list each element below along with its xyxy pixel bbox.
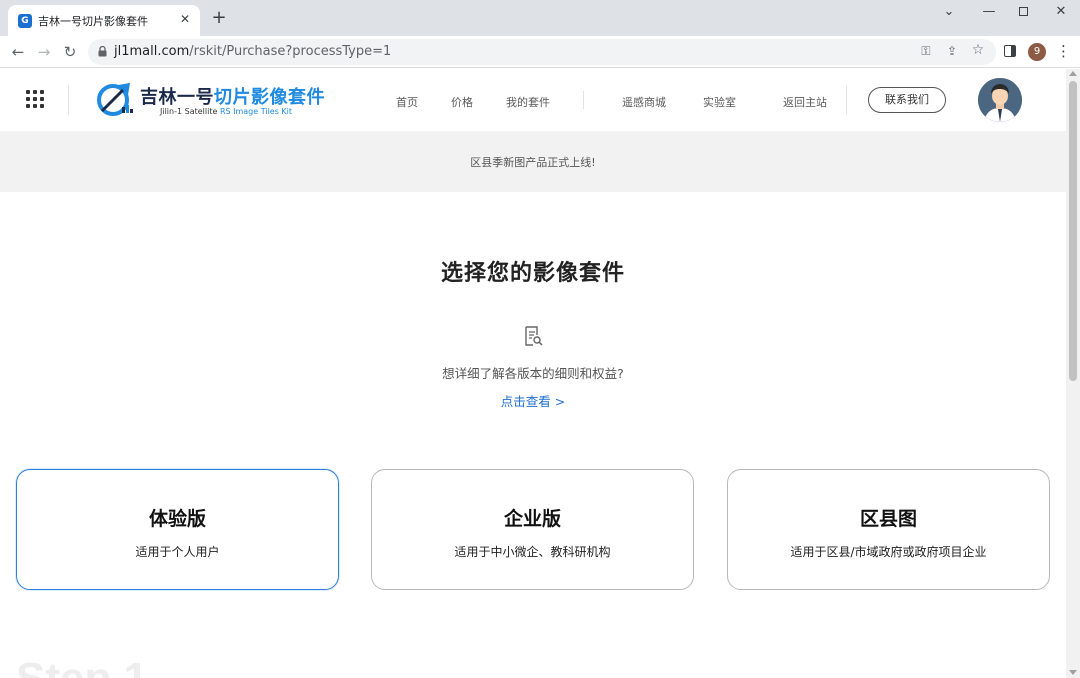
minimize-button[interactable]: — — [978, 4, 1000, 19]
browser-toolbar: ← → ↻ jl1mall.com/rskit/Purchase?process… — [0, 36, 1080, 68]
browser-menu-icon[interactable]: ⋮ — [1056, 42, 1071, 60]
plan-description: 适用于中小微企、教科研机构 — [454, 545, 611, 559]
plan-card-county-map[interactable]: 区县图 适用于区县/市域政府或政府项目企业 — [727, 469, 1050, 590]
maximize-button[interactable] — [1012, 4, 1034, 20]
share-icon[interactable]: ⇪ — [944, 44, 960, 58]
header-divider — [846, 85, 847, 115]
satellite-logo-icon — [97, 83, 133, 116]
scroll-down-arrow-icon[interactable] — [1069, 670, 1077, 675]
nav-my-kits[interactable]: 我的套件 — [506, 94, 550, 110]
nav-rs-mall[interactable]: 遥感商城 — [622, 94, 666, 110]
announcement-text[interactable]: 区县季新图产品正式上线! — [0, 154, 1066, 170]
apps-grid-icon[interactable] — [26, 90, 44, 108]
nav-home[interactable]: 首页 — [396, 94, 418, 110]
header-divider — [68, 85, 69, 115]
scroll-thumb[interactable] — [1069, 81, 1077, 381]
tab-title: 吉林一号切片影像套件 — [38, 15, 148, 28]
user-avatar[interactable] — [978, 78, 1022, 122]
browser-tab-bar: G 吉林一号切片影像套件 ✕ + ⌄ — ✕ — [0, 0, 1080, 36]
nav-back-main[interactable]: 返回主站 — [783, 94, 827, 110]
jilin-logo-icon: G — [18, 14, 32, 28]
back-button[interactable]: ← — [8, 42, 28, 62]
user-avatar-icon — [978, 78, 1022, 122]
scroll-up-arrow-icon[interactable] — [1069, 71, 1077, 76]
side-panel-icon[interactable] — [1004, 45, 1016, 57]
browser-tab[interactable]: G 吉林一号切片影像套件 ✕ — [8, 5, 200, 36]
logo-chinese-text: 吉林一号切片影像套件 — [140, 87, 325, 108]
tab-close-icon[interactable]: ✕ — [178, 12, 192, 26]
plan-description: 适用于个人用户 — [135, 545, 220, 559]
plan-name: 体验版 — [148, 508, 206, 530]
new-tab-button[interactable]: + — [210, 9, 228, 27]
profile-avatar[interactable]: 9 — [1028, 43, 1046, 61]
nav-lab[interactable]: 实验室 — [703, 94, 736, 110]
plan-description: 适用于区县/市域政府或政府项目企业 — [790, 545, 987, 559]
site-header: 吉林一号切片影像套件 Jilin-1 Satellite RS Image Ti… — [0, 69, 1066, 131]
lock-icon — [98, 46, 107, 57]
plan-card-trial[interactable]: 体验版 适用于个人用户 — [16, 469, 339, 590]
detail-question-text: 想详细了解各版本的细则和权益? — [442, 366, 624, 381]
plan-name: 区县图 — [859, 508, 917, 530]
site-logo[interactable]: 吉林一号切片影像套件 Jilin-1 Satellite RS Image Ti… — [96, 81, 336, 121]
close-window-button[interactable]: ✕ — [1050, 4, 1072, 19]
document-search-icon — [525, 326, 543, 346]
reload-button[interactable]: ↻ — [60, 42, 80, 62]
announcement-bar: 区县季新图产品正式上线! — [0, 131, 1066, 192]
url-text[interactable]: jl1mall.com/rskit/Purchase?processType=1 — [114, 44, 391, 59]
tab-search-dropdown-icon[interactable]: ⌄ — [938, 4, 960, 19]
view-details-link[interactable]: 点击查看 > — [0, 391, 1066, 410]
maximize-icon — [1018, 7, 1028, 16]
nav-divider — [583, 91, 584, 109]
plan-name: 企业版 — [503, 508, 561, 530]
page-title: 选择您的影像套件 — [440, 261, 625, 286]
logo-english-text: Jilin-1 Satellite RS Image Tiles Kit — [160, 107, 293, 116]
contact-us-button[interactable]: 联系我们 — [868, 87, 946, 113]
password-key-icon[interactable]: ⚿ — [918, 44, 934, 59]
plan-card-enterprise[interactable]: 企业版 适用于中小微企、教科研机构 — [371, 469, 694, 590]
nav-price[interactable]: 价格 — [451, 94, 473, 110]
address-bar[interactable]: jl1mall.com/rskit/Purchase?processType=1… — [88, 39, 996, 65]
step-watermark: Step 1 — [16, 654, 148, 678]
page-scrollbar[interactable] — [1066, 69, 1080, 678]
bookmark-star-icon[interactable]: ☆ — [970, 42, 986, 58]
forward-button[interactable]: → — [34, 42, 54, 62]
page-viewport: 吉林一号切片影像套件 Jilin-1 Satellite RS Image Ti… — [0, 69, 1066, 678]
